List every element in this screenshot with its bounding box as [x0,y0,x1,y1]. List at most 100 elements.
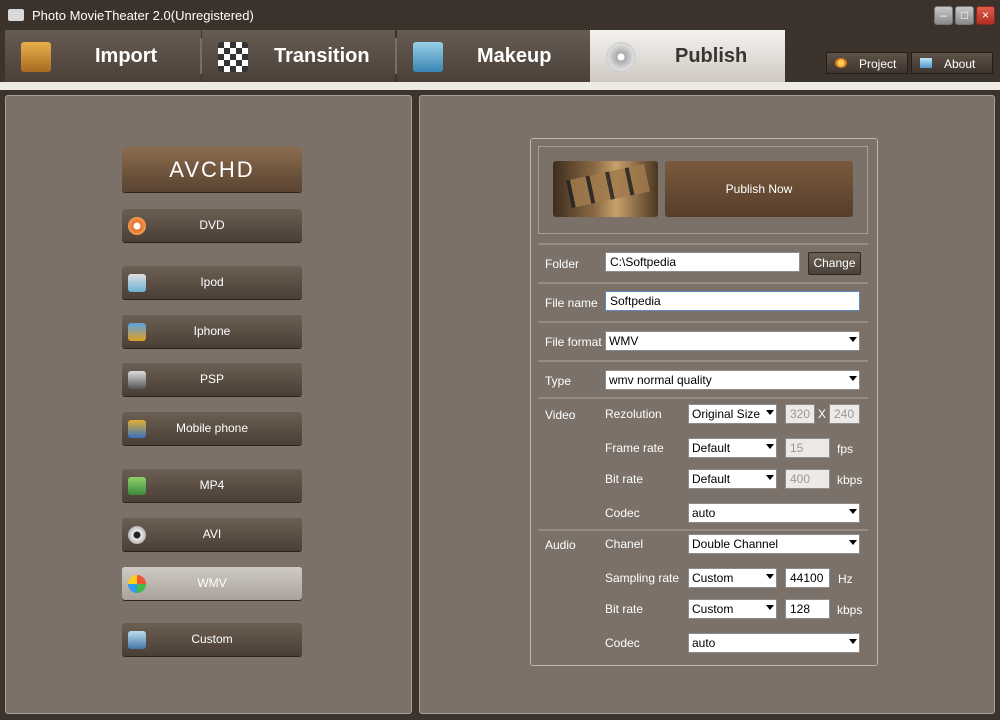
format-dvd-button[interactable]: DVD [122,209,302,242]
format-avi-label: AVI [202,527,222,541]
divider [538,282,868,284]
minimize-button[interactable]: – [934,6,953,25]
close-button[interactable]: × [976,6,995,25]
tab-makeup-label: Makeup [477,45,552,67]
format-dvd-label: DVD [199,218,225,232]
video-section-label: Video [545,408,576,422]
hz-unit-label: Hz [838,572,853,586]
tab-import-label: Import [95,45,158,67]
audio-bit-rate-field[interactable]: 128 [785,599,830,619]
resolution-height-field[interactable]: 240 [829,404,860,424]
file-format-select[interactable]: WMV [605,331,860,351]
project-button[interactable]: Project [826,52,908,74]
divider [538,397,868,399]
disc-icon [606,42,636,72]
sampling-rate-select[interactable]: Custom [688,568,777,588]
tab-strip [0,82,1000,90]
folder-field[interactable]: C:\Softpedia [605,252,800,272]
tab-transition[interactable]: Transition [202,30,395,82]
format-avchd-label: AVCHD [169,157,255,182]
chevron-down-icon [849,639,857,644]
resolution-x-label: X [818,407,827,421]
audio-codec-label: Codec [605,636,640,650]
audio-bit-rate-value: Custom [692,602,734,616]
audio-section-label: Audio [545,538,576,552]
audio-codec-select[interactable]: auto [688,633,860,653]
video-bit-rate-field[interactable]: 400 [785,469,830,489]
chevron-down-icon [849,376,857,381]
format-avi-button[interactable]: AVI [122,518,302,551]
format-custom-button[interactable]: Custom [122,623,302,656]
tab-makeup[interactable]: Makeup [397,30,590,82]
divider [538,360,868,362]
avi-icon [128,526,146,544]
type-value: wmv normal quality [609,373,712,387]
format-psp-button[interactable]: PSP [122,363,302,396]
divider [538,321,868,323]
change-folder-button[interactable]: Change [808,252,861,275]
file-format-label: File format [545,335,602,349]
channel-label: Chanel [605,537,644,551]
divider [538,243,868,245]
video-codec-label: Codec [605,506,640,520]
format-iphone-label: Iphone [193,324,231,338]
format-wmv-label: WMV [197,576,227,590]
type-label: Type [545,374,572,388]
type-select[interactable]: wmv normal quality [605,370,860,390]
format-iphone-button[interactable]: Iphone [122,315,302,348]
ipod-icon [128,274,146,292]
format-mp4-button[interactable]: MP4 [122,469,302,502]
chevron-down-icon [766,410,774,415]
about-button[interactable]: About [911,52,993,74]
format-mp4-label: MP4 [199,478,225,492]
import-icon [21,42,51,72]
makeup-icon [413,42,443,72]
sampling-rate-label: Sampling rate [605,571,680,585]
resolution-value: Original Size [692,407,761,421]
video-bit-rate-select[interactable]: Default [688,469,777,489]
about-label: About [944,57,976,71]
project-icon [835,58,847,68]
video-codec-select[interactable]: auto [688,503,860,523]
mp4-icon [128,477,146,495]
frame-rate-label: Frame rate [605,441,664,455]
title-bar: Photo MovieTheater 2.0(Unregistered) – □… [0,0,1000,30]
custom-icon [128,631,146,649]
tab-import[interactable]: Import [5,30,201,82]
frame-rate-field[interactable]: 15 [785,438,830,458]
video-bit-rate-value: Default [692,472,731,486]
file-name-label: File name [545,296,598,310]
tab-publish[interactable]: Publish [590,30,785,82]
maximize-button[interactable]: □ [955,6,974,25]
app-icon [8,9,24,21]
format-mobile-phone-label: Mobile phone [175,421,249,435]
video-bit-rate-label: Bit rate [605,472,644,486]
sampling-rate-field[interactable]: 44100 [785,568,830,588]
format-wmv-button[interactable]: WMV [122,567,302,600]
audio-bit-rate-select[interactable]: Custom [688,599,777,619]
dvd-icon [128,217,146,235]
minimize-icon: – [940,8,947,22]
frame-rate-value: Default [692,441,731,455]
format-custom-label: Custom [191,632,233,646]
tab-transition-label: Transition [274,45,370,67]
format-avchd-button[interactable]: AVCHD [122,147,302,192]
psp-icon [128,371,146,389]
resolution-select[interactable]: Original Size [688,404,777,424]
format-mobile-phone-button[interactable]: Mobile phone [122,412,302,445]
chevron-down-icon [849,509,857,514]
frame-rate-select[interactable]: Default [688,438,777,458]
file-name-field[interactable]: Softpedia [605,291,860,311]
publish-now-label: Publish Now [725,182,793,196]
resolution-width-field[interactable]: 320 [785,404,815,424]
fps-unit-label: fps [837,442,854,456]
chevron-down-icon [849,337,857,342]
resolution-label: Rezolution [605,407,662,421]
channel-select[interactable]: Double Channel [688,534,860,554]
window-title: Photo MovieTheater 2.0(Unregistered) [32,8,254,23]
format-ipod-button[interactable]: Ipod [122,266,302,299]
chevron-down-icon [766,574,774,579]
file-format-value: WMV [609,334,639,348]
video-kbps-unit-label: kbps [837,473,863,487]
publish-now-button[interactable]: Publish Now [665,161,853,217]
